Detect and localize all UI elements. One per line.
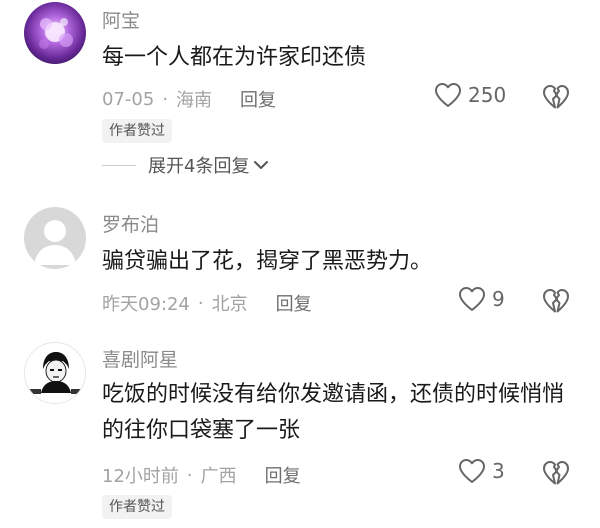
broken-heart-icon	[543, 461, 569, 485]
avatar[interactable]	[24, 2, 86, 64]
comment-meta: 12小时前 · 广西 回复	[102, 462, 301, 488]
comment-text: 骗贷骗出了花，揭穿了黑恶势力。	[102, 249, 433, 274]
like-count: 250	[468, 83, 507, 107]
heart-outline-icon	[435, 83, 461, 107]
reply-button[interactable]: 回复	[265, 462, 301, 488]
chevron-down-icon	[254, 161, 269, 169]
avatar[interactable]	[24, 342, 86, 404]
reply-button[interactable]: 回复	[276, 290, 312, 316]
meta-separator: ·	[197, 292, 204, 314]
dislike-button[interactable]	[542, 460, 570, 490]
like-button[interactable]: 3	[458, 458, 505, 484]
comment-location: 北京	[211, 294, 248, 315]
like-count: 3	[492, 459, 505, 483]
comment-item: 阿宝 每一个人都在为许家印还债 07-05 · 海南 回复 250 作者赞过 展…	[0, 0, 600, 200]
meta-separator: ·	[186, 464, 193, 486]
comment-time: 07-05	[102, 88, 155, 110]
divider-line	[102, 164, 136, 166]
comment-item: 喜剧阿星 吃饭的时候没有给你发邀请函，还债的时候悄悄的往你口袋塞了一张 12小时…	[0, 337, 600, 528]
comment-meta: 昨天09:24 · 北京 回复	[102, 290, 312, 316]
comment-meta: 07-05 · 海南 回复	[102, 86, 276, 112]
dislike-button[interactable]	[542, 84, 570, 114]
comment-location: 广西	[200, 466, 237, 487]
like-count: 9	[492, 287, 505, 311]
broken-heart-icon	[543, 289, 569, 313]
expand-replies-label: 展开4条回复	[148, 156, 250, 177]
heart-outline-icon	[459, 459, 485, 483]
comment-text: 每一个人都在为许家印还债	[102, 45, 367, 70]
broken-heart-icon	[543, 85, 569, 109]
comment-time: 12小时前	[102, 466, 179, 487]
dislike-button[interactable]	[542, 288, 570, 318]
meta-separator: ·	[162, 88, 169, 110]
avatar[interactable]	[24, 207, 86, 269]
expand-replies-button[interactable]: 展开4条回复	[102, 152, 269, 178]
comment-item: 罗布泊 骗贷骗出了花，揭穿了黑恶势力。 昨天09:24 · 北京 回复 9	[0, 200, 600, 330]
comment-time: 昨天09:24	[102, 294, 190, 315]
like-button[interactable]: 9	[458, 286, 505, 312]
username[interactable]: 阿宝	[102, 6, 140, 33]
username[interactable]: 罗布泊	[102, 210, 159, 237]
heart-outline-icon	[459, 287, 485, 311]
username[interactable]: 喜剧阿星	[102, 345, 178, 372]
reply-button[interactable]: 回复	[240, 86, 276, 112]
comment-location: 海南	[176, 90, 213, 111]
author-liked-badge: 作者赞过	[102, 495, 172, 519]
author-liked-badge: 作者赞过	[102, 119, 172, 143]
like-button[interactable]: 250	[434, 82, 506, 108]
comment-text: 吃饭的时候没有给你发邀请函，还债的时候悄悄的往你口袋塞了一张	[102, 382, 565, 443]
